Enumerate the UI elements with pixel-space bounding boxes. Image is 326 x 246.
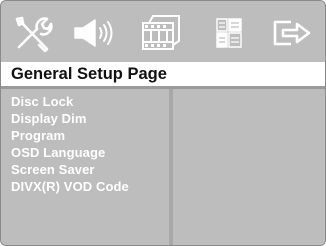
setup-content: Disc Lock Display Dim Program OSD Langua… (1, 89, 325, 245)
menu-item-program[interactable]: Program (11, 128, 65, 144)
settings-tools-icon[interactable] (11, 13, 55, 53)
menu-item-divx-vod-code[interactable]: DIVX(R) VOD Code (11, 179, 129, 195)
menu-item-osd-language[interactable]: OSD Language (11, 145, 105, 161)
preferences-grid-icon[interactable] (207, 13, 251, 53)
menu-item-disc-lock[interactable]: Disc Lock (11, 94, 73, 110)
audio-speaker-icon[interactable] (71, 13, 115, 53)
menu-item-display-dim[interactable]: Display Dim (11, 111, 87, 127)
exit-icon[interactable] (269, 13, 313, 53)
menu-item-screen-saver[interactable]: Screen Saver (11, 162, 95, 178)
setup-options-list: Disc Lock Display Dim Program OSD Langua… (1, 89, 169, 245)
setup-menu-screen: General Setup Page Disc Lock Display Dim… (0, 0, 326, 246)
page-title: General Setup Page (11, 65, 167, 83)
page-header: General Setup Page (1, 62, 325, 86)
setup-icon-bar (1, 1, 325, 65)
setup-values-panel (173, 89, 325, 245)
video-film-icon[interactable] (139, 13, 183, 53)
